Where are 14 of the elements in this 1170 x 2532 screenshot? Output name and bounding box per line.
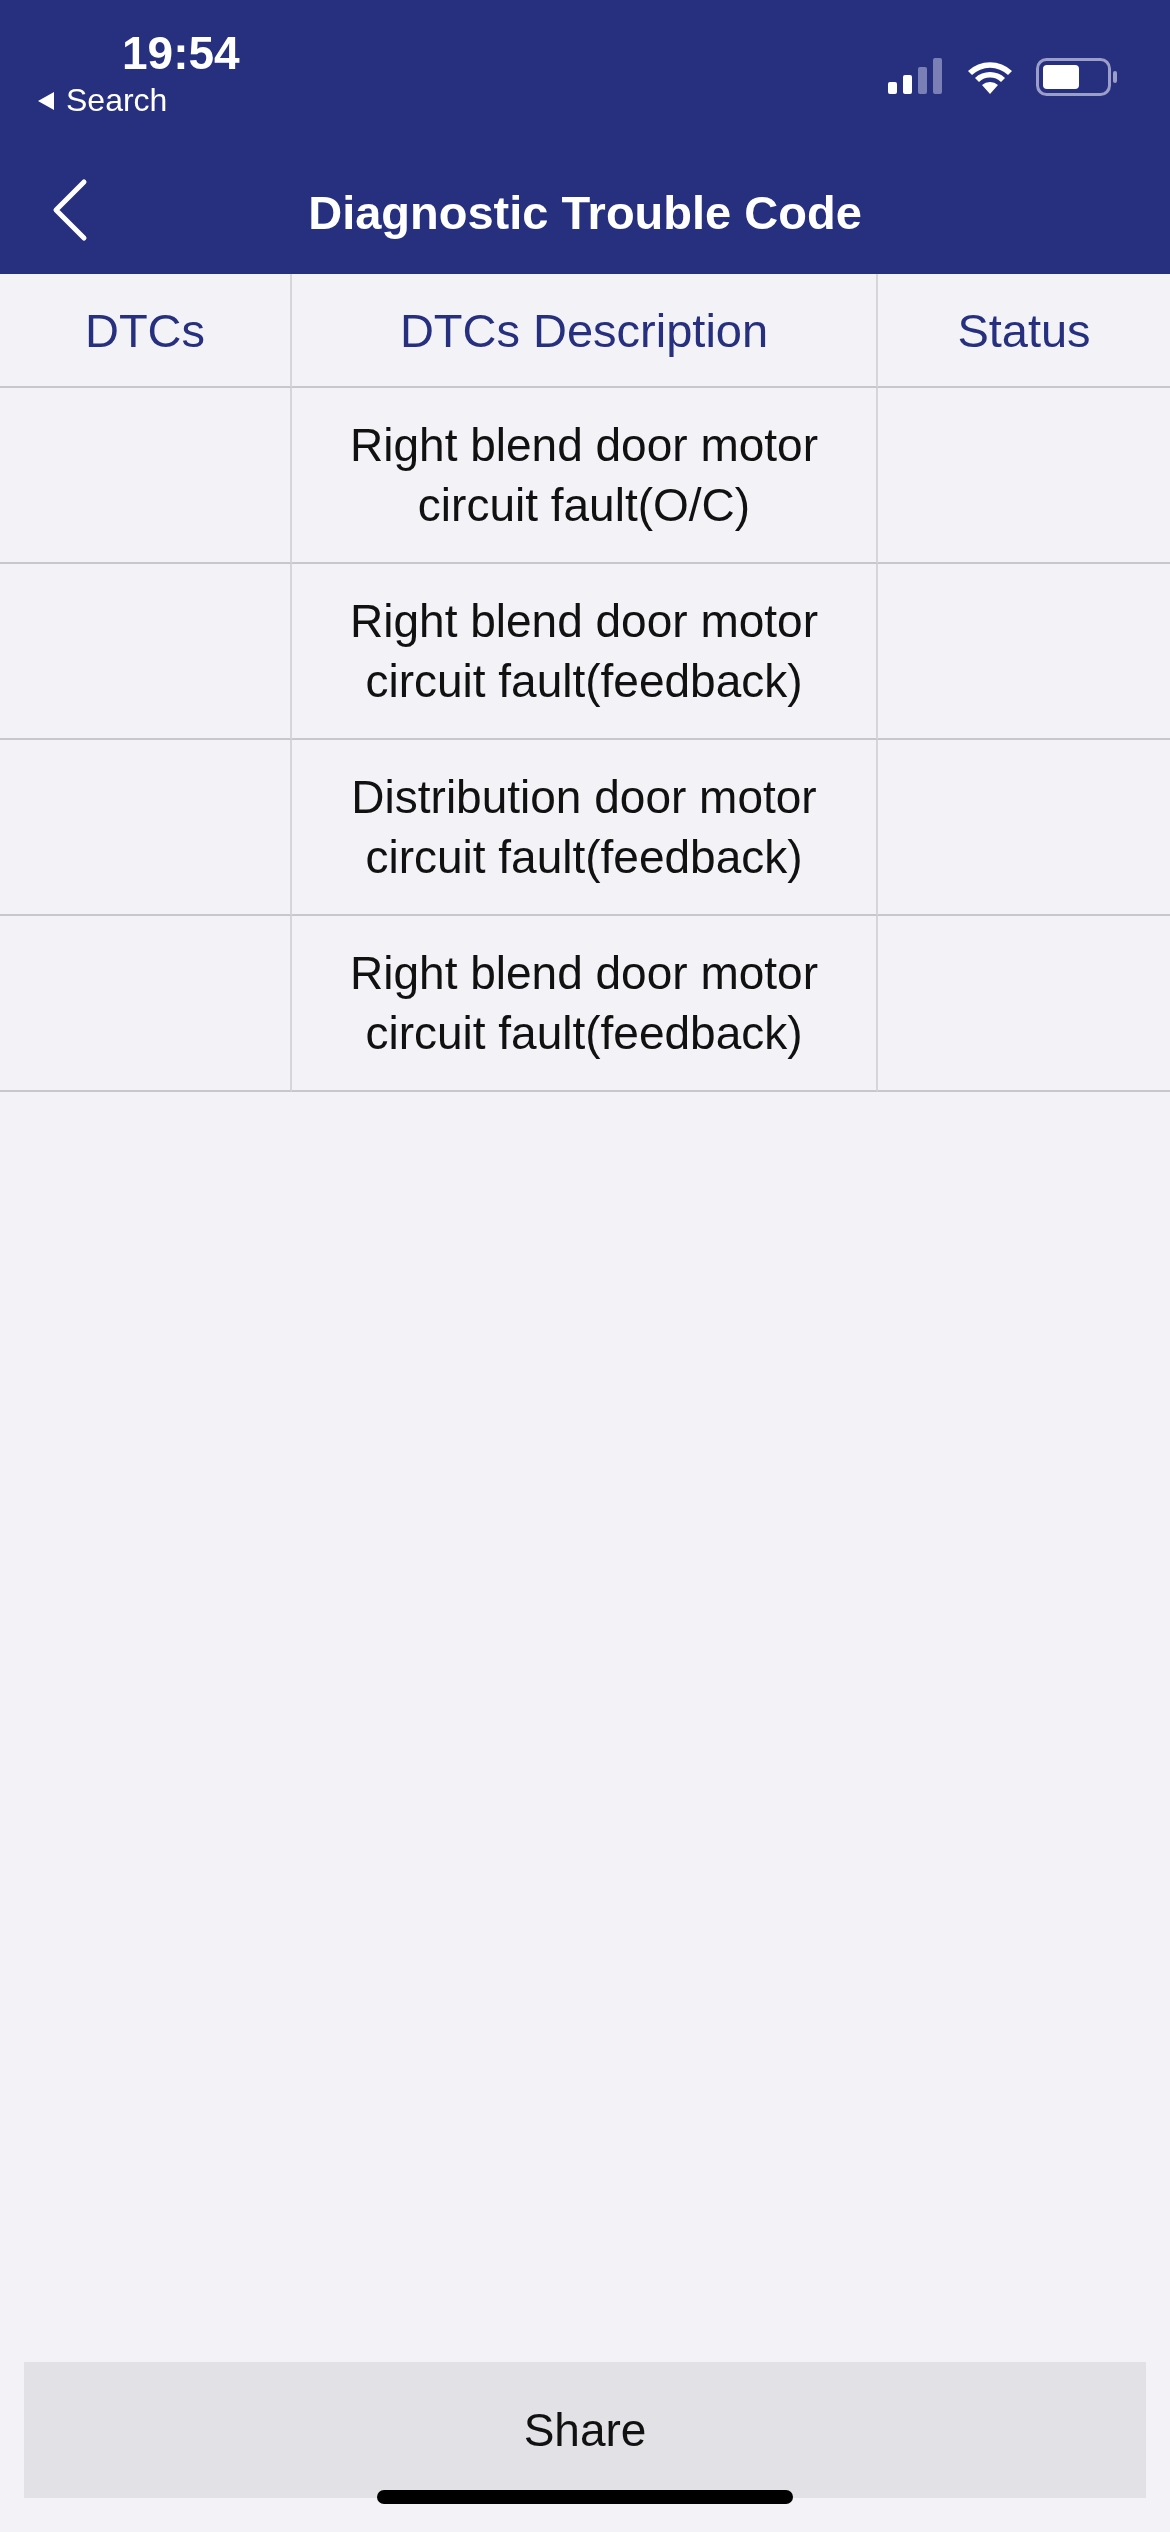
table-cell-text: Distribution door motor circuit fault(feedback) [350, 770, 818, 885]
screen-title: Diagnostic Trouble Code [308, 184, 862, 240]
back-triangle-icon [36, 89, 56, 112]
column-header: Status [878, 274, 1170, 388]
share-button[interactable]: Share [24, 2362, 1146, 2498]
signal-icon [888, 58, 944, 94]
table-cell-text: Right blend door motor circuit fault(feedback) [349, 946, 819, 1061]
column-header: DTCs Description [292, 274, 878, 388]
battery-icon [1036, 58, 1118, 96]
status-time: 19:54 [122, 26, 240, 80]
back-to-app-link[interactable]: Search [36, 82, 240, 119]
column-header: DTCs [0, 274, 292, 388]
table-cell-text: Right blend door motor circuit fault(O/C) [349, 418, 819, 533]
table-cell-text: Right blend door motor circuit fault(feedback) [349, 594, 819, 709]
